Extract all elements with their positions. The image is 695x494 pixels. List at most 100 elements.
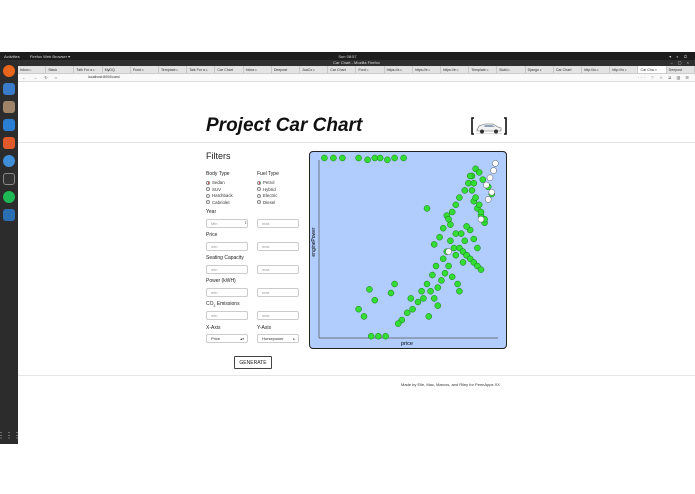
scatter-point[interactable] [459, 259, 467, 266]
scatter-point[interactable] [427, 287, 434, 295]
browser-tab[interactable]: Inbox ▹ [18, 66, 47, 73]
scatter-point[interactable] [364, 156, 371, 164]
scatter-point[interactable] [479, 176, 487, 183]
radio-button[interactable] [257, 200, 261, 204]
nav-buttons[interactable]: ← → ↻ ⌂ [22, 75, 60, 80]
thunderbird-icon[interactable] [3, 83, 15, 95]
radio-button[interactable] [257, 193, 261, 198]
scatter-point[interactable] [434, 284, 442, 291]
scatter-point[interactable] [486, 174, 494, 182]
scatter-point[interactable] [439, 224, 447, 232]
browser-tab[interactable]: MyDQ [103, 66, 131, 73]
browser-tab[interactable]: Car Chart [554, 66, 583, 73]
year-min-input[interactable]: Min [206, 219, 248, 228]
scatter-point[interactable] [456, 194, 463, 201]
window-controls[interactable]: – ▢ × [670, 60, 691, 66]
scatter-point[interactable] [434, 302, 442, 309]
power-max-input[interactable]: max [257, 288, 299, 297]
help-icon[interactable] [3, 155, 15, 167]
scatter-point[interactable] [472, 194, 479, 201]
scatter-point[interactable] [468, 187, 476, 194]
scatter-point[interactable] [371, 154, 379, 162]
scatter-point[interactable] [376, 154, 384, 162]
scatter-point[interactable] [403, 309, 411, 317]
scatter-point[interactable] [429, 271, 436, 279]
scatter-point[interactable] [400, 154, 407, 162]
price-max-input[interactable]: max [257, 242, 299, 251]
radio-button[interactable] [257, 187, 261, 191]
scatter-point[interactable] [423, 205, 431, 212]
scatter-point[interactable] [454, 280, 461, 288]
files-icon[interactable] [3, 101, 15, 113]
scatter-point[interactable] [475, 201, 483, 209]
scatter-point[interactable] [425, 313, 433, 320]
scatter-point[interactable] [382, 332, 389, 340]
browser-tab[interactable]: https://e ▹ [441, 66, 470, 73]
scatter-point[interactable] [436, 233, 443, 241]
scatter-point[interactable] [475, 169, 483, 176]
scatter-point[interactable] [438, 277, 445, 284]
scatter-point[interactable] [391, 280, 398, 288]
scatter-point[interactable] [384, 156, 391, 164]
scatter-point[interactable] [367, 332, 375, 340]
scatter-point[interactable] [490, 167, 497, 174]
browser-tab[interactable]: Inbox ▹ [244, 66, 272, 73]
fuel-type-option[interactable]: Hybrid [257, 187, 276, 192]
fuel-type-option[interactable]: Petrol [257, 180, 274, 185]
browser-tab[interactable]: Deepost [272, 66, 301, 73]
scatter-point[interactable] [477, 215, 485, 223]
scatter-point[interactable] [391, 154, 398, 162]
scatter-point[interactable] [470, 235, 478, 243]
scatter-point[interactable] [423, 280, 431, 288]
scatter-point[interactable] [430, 241, 438, 248]
price-min-input[interactable]: min [206, 242, 248, 251]
scatter-point[interactable] [448, 208, 456, 216]
scatter-point[interactable] [409, 305, 416, 313]
scatter-point[interactable] [432, 262, 440, 270]
scatter-point[interactable] [439, 255, 447, 263]
browser-tab[interactable]: https://e ▹ [413, 66, 442, 73]
scatter-point[interactable] [371, 296, 379, 304]
scatter-point[interactable] [407, 295, 415, 302]
scatter-point[interactable] [339, 154, 346, 162]
page-actions-menu[interactable]: ··· ♡ ☆ [638, 75, 665, 80]
scatter-point[interactable] [387, 289, 395, 297]
scatter-point[interactable] [418, 287, 425, 295]
scatter-point[interactable] [477, 266, 485, 273]
power-min-input[interactable]: min [206, 288, 248, 297]
scatter-point[interactable] [456, 287, 463, 295]
spotify-icon[interactable] [3, 191, 15, 203]
browser-tab[interactable]: Build ▹ [497, 66, 526, 73]
radio-button[interactable] [206, 200, 210, 204]
scatter-point[interactable] [441, 269, 449, 277]
browser-tab[interactable]: Car Cha × [638, 66, 667, 73]
scatter-point[interactable] [488, 188, 496, 196]
browser-tab[interactable]: Talk For a ▹ [187, 66, 216, 73]
software-center-icon[interactable] [3, 137, 15, 149]
scatter-point[interactable] [483, 181, 490, 189]
scatter-point[interactable] [452, 201, 460, 209]
app-menu[interactable]: Firefox Web Browser ▾ [30, 54, 70, 59]
terminal-icon[interactable] [3, 173, 15, 185]
scatter-point[interactable] [452, 230, 460, 237]
radio-button[interactable] [206, 180, 210, 185]
browser-tab[interactable]: http://lo ▹ [610, 66, 639, 73]
browser-tab[interactable]: Template ▹ [159, 66, 188, 73]
generate-button[interactable]: GENERATE [234, 356, 272, 369]
scatter-point[interactable] [474, 244, 481, 252]
browser-tab[interactable]: http://lo ▹ [582, 66, 611, 73]
toolbar-icons[interactable]: ··· ♡ ☆ ⇊ ▥ ☰ [638, 75, 691, 80]
scatter-point[interactable] [466, 172, 474, 180]
scatter-point[interactable] [477, 208, 485, 216]
browser-tab[interactable]: Deepost [667, 66, 695, 73]
scatter-point[interactable] [463, 223, 470, 230]
fuel-type-option[interactable]: Electric [257, 193, 277, 198]
scatter-point[interactable] [360, 313, 368, 320]
clock[interactable]: Sun 08:57 [338, 54, 356, 59]
scatter-point[interactable] [420, 295, 427, 302]
scatter-point[interactable] [457, 230, 465, 237]
scatter-point[interactable] [447, 237, 454, 245]
scatter-point[interactable] [448, 273, 456, 281]
co2-min-input[interactable]: min [206, 311, 248, 320]
browser-tab[interactable]: Template ▹ [469, 66, 498, 73]
